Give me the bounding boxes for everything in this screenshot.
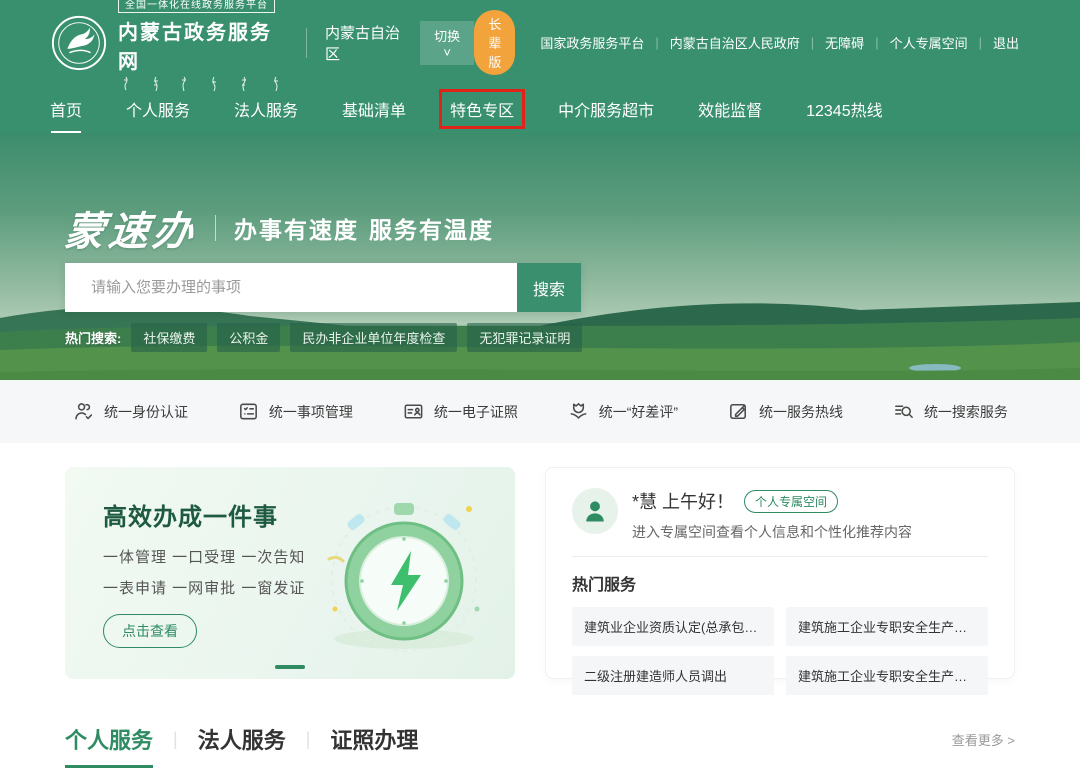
main-nav: 首页 个人服务 法人服务 基础清单 特色专区 中介服务超市 效能监督 12345… — [0, 85, 1080, 133]
hero-slogan: 办事有速度 服务有温度 — [234, 211, 494, 245]
promo-card-one-thing[interactable]: 高效办成一件事 一体管理 一口受理 一次告知 一表申请 一网审批 一窗发证 点击… — [65, 467, 515, 679]
search-button[interactable]: 搜索 — [517, 263, 581, 312]
strip-label: 统一搜索服务 — [924, 402, 1008, 422]
top-link-regional-gov[interactable]: 内蒙古自治区人民政府 — [659, 33, 811, 52]
strip-label: 统一“好差评” — [599, 402, 678, 422]
hero-banner: 蒙速办 办事有速度 服务有温度 搜索 热门搜索: 社保缴费 公积金 民办非企业单… — [0, 133, 1080, 380]
hot-tag-provident-fund[interactable]: 公积金 — [217, 323, 280, 352]
tab-separator: | — [306, 729, 311, 750]
section-tabs: 个人服务 | 法人服务 | 证照办理 查看更多 > — [0, 723, 1080, 755]
horse-emblem-icon — [50, 14, 108, 72]
personal-space-pill[interactable]: 个人专属空间 — [744, 490, 838, 513]
top-link-accessibility[interactable]: 无障碍 — [814, 33, 875, 52]
tab-separator: | — [173, 729, 178, 750]
top-link-personal-space[interactable]: 个人专属空间 — [879, 33, 979, 52]
top-link-logout[interactable]: 退出 — [982, 33, 1030, 52]
nav-item-legal-services[interactable]: 法人服务 — [234, 97, 298, 121]
carousel-indicator[interactable] — [275, 665, 305, 669]
user-icon — [581, 497, 609, 525]
avatar[interactable] — [572, 488, 618, 534]
user-greeting: *慧 上午好！ — [632, 488, 734, 514]
mongolian-script — [118, 76, 288, 92]
stopwatch-illustration — [319, 489, 489, 659]
hot-search-label: 热门搜索: — [65, 328, 121, 347]
nav-item-home[interactable]: 首页 — [50, 97, 82, 121]
region-switch-button[interactable]: 切换 ˅ — [420, 21, 474, 65]
strip-item-service-hotline[interactable]: 统一服务热线 — [727, 400, 843, 423]
see-more-link[interactable]: 查看更多 > — [952, 730, 1015, 749]
item-management-icon — [237, 400, 260, 423]
hot-service-item[interactable]: 建筑施工企业专职安全生产管理... — [786, 656, 988, 695]
promo-view-button[interactable]: 点击查看 — [103, 614, 197, 648]
brand-calligraphy: 蒙速办 — [62, 199, 200, 257]
tab-legal-services[interactable]: 法人服务 — [198, 723, 286, 755]
top-header: 全国一体化在线政务服务平台 内蒙古政务服务网 内蒙古自治区 切换 ˅ 长辈版 国… — [0, 0, 1080, 85]
rating-icon — [567, 400, 590, 423]
nav-item-12345-hotline[interactable]: 12345热线 — [806, 97, 883, 121]
region-name: 内蒙古自治区 — [325, 22, 408, 64]
strip-label: 统一电子证照 — [434, 402, 518, 422]
e-certificate-icon — [402, 400, 425, 423]
elder-mode-button[interactable]: 长辈版 — [474, 10, 515, 75]
strip-item-identity-auth[interactable]: 统一身份认证 — [72, 400, 188, 423]
strip-label: 统一事项管理 — [269, 402, 353, 422]
slogan-divider — [215, 215, 216, 241]
nav-item-personal-services[interactable]: 个人服务 — [126, 97, 190, 121]
nav-item-basic-list[interactable]: 基础清单 — [342, 97, 406, 121]
hot-services-title: 热门服务 — [572, 571, 988, 595]
hot-tag-no-crime-cert[interactable]: 无犯罪记录证明 — [467, 323, 582, 352]
search-service-icon — [892, 400, 915, 423]
hot-service-item[interactable]: 建筑施工企业专职安全生产管理... — [786, 607, 988, 646]
hot-tag-social-insurance[interactable]: 社保缴费 — [131, 323, 207, 352]
strip-label: 统一服务热线 — [759, 402, 843, 422]
platform-badge: 全国一体化在线政务服务平台 — [118, 0, 275, 13]
user-greeting-card: *慧 上午好！ 个人专属空间 进入专属空间查看个人信息和个性化推荐内容 热门服务… — [545, 467, 1015, 679]
card-divider — [572, 556, 988, 557]
strip-item-search-service[interactable]: 统一搜索服务 — [892, 400, 1008, 423]
unified-services-strip: 统一身份认证 统一事项管理 统一电子证照 统一“好差评” 统一服务热线 统一搜索… — [0, 380, 1080, 443]
strip-label: 统一身份认证 — [104, 402, 188, 422]
strip-item-e-certificate[interactable]: 统一电子证照 — [402, 400, 518, 423]
top-link-national-platform[interactable]: 国家政务服务平台 — [529, 33, 655, 52]
nav-item-intermediary-market[interactable]: 中介服务超市 — [558, 97, 654, 121]
greeting-subtitle: 进入专属空间查看个人信息和个性化推荐内容 — [632, 522, 912, 542]
site-logo[interactable]: 全国一体化在线政务服务平台 内蒙古政务服务网 — [50, 0, 288, 92]
header-divider — [306, 28, 307, 58]
hot-tag-annual-inspection[interactable]: 民办非企业单位年度检查 — [290, 323, 457, 352]
hot-service-item[interactable]: 二级注册建造师人员调出 — [572, 656, 774, 695]
main-content: 高效办成一件事 一体管理 一口受理 一次告知 一表申请 一网审批 一窗发证 点击… — [0, 443, 1080, 679]
nav-item-efficiency-supervision[interactable]: 效能监督 — [698, 97, 762, 121]
strip-item-item-management[interactable]: 统一事项管理 — [237, 400, 353, 423]
service-hotline-icon — [727, 400, 750, 423]
hot-service-item[interactable]: 建筑业企业资质认定(总承包特级... — [572, 607, 774, 646]
strip-item-rating[interactable]: 统一“好差评” — [567, 400, 678, 423]
identity-auth-icon — [72, 400, 95, 423]
tab-certificate-services[interactable]: 证照办理 — [330, 723, 418, 755]
search-input[interactable] — [65, 263, 517, 312]
nav-item-featured-zone[interactable]: 特色专区 — [450, 97, 514, 121]
site-name: 内蒙古政务服务网 — [118, 16, 288, 74]
tab-personal-services[interactable]: 个人服务 — [65, 723, 153, 755]
